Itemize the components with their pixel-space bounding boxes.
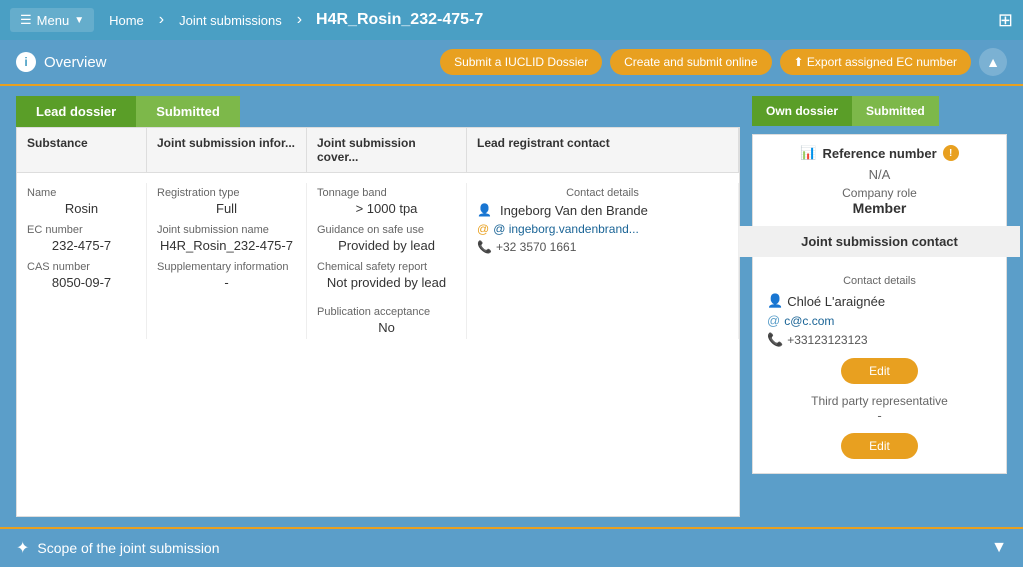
right-tab-bar: Own dossier Submitted — [752, 96, 1007, 126]
joint-contact-edit-button[interactable]: Edit — [841, 358, 918, 384]
chevron-down-icon: ▼ — [74, 15, 84, 26]
joint-contact-email[interactable]: c@c.com — [784, 314, 834, 328]
create-submit-button[interactable]: Create and submit online — [610, 49, 771, 75]
scope-collapse-icon[interactable]: ▼ — [991, 539, 1007, 557]
joint-cover-column: Tonnage band > 1000 tpa Guidance on safe… — [307, 183, 467, 339]
cas-value: 8050-09-7 — [27, 275, 136, 290]
overview-label: Overview — [44, 54, 107, 71]
guidance-value: Provided by lead — [317, 238, 456, 253]
reference-number-value: N/A — [767, 167, 992, 182]
phone-icon-2: 📞 — [767, 332, 783, 348]
third-party-edit-button[interactable]: Edit — [841, 433, 918, 459]
joint-contact-phone: +33123123123 — [787, 333, 867, 347]
tab-lead-dossier[interactable]: Lead dossier — [16, 96, 136, 127]
export-ec-button[interactable]: ⬆ Export assigned EC number — [780, 49, 971, 75]
pub-label: Publication acceptance — [317, 306, 456, 318]
hamburger-icon: ☰ — [20, 12, 32, 28]
table-header: Substance Joint submission infor... Join… — [17, 128, 739, 173]
lead-contact-email[interactable]: @ ingeborg.vandenbrand... — [493, 222, 639, 236]
joint-contact-name: Chloé L'araignée — [787, 294, 885, 309]
lead-contact-column: Contact details 👤 Ingeborg Van den Brand… — [467, 183, 739, 339]
cas-label: CAS number — [27, 261, 136, 273]
page-title: H4R_Rosin_232-475-7 — [316, 11, 483, 29]
menu-button[interactable]: ☰ Menu ▼ — [10, 8, 94, 32]
person-icon: 👤 — [477, 203, 492, 217]
guidance-label: Guidance on safe use — [317, 224, 456, 236]
action-buttons: Submit a IUCLID Dossier Create and submi… — [440, 48, 1007, 76]
phone-icon: 📞 — [477, 240, 492, 254]
bottom-bar: ✦ Scope of the joint submission ▼ — [0, 527, 1023, 567]
joint-submissions-link[interactable]: Joint submissions — [174, 13, 287, 28]
left-tab-bar: Lead dossier Submitted — [16, 96, 740, 127]
joint-name-value: H4R_Rosin_232-475-7 — [157, 238, 296, 253]
third-party-value: - — [767, 408, 992, 423]
tonnage-value: > 1000 tpa — [317, 201, 456, 216]
submit-iuclid-button[interactable]: Submit a IUCLID Dossier — [440, 49, 602, 75]
pub-value: No — [317, 320, 456, 335]
collapse-button[interactable]: ▲ — [979, 48, 1007, 76]
contact-details-label: Contact details — [477, 187, 728, 199]
tonnage-label: Tonnage band — [317, 187, 456, 199]
supp-info-value: - — [157, 275, 296, 290]
reference-number-card: 📊 Reference number ! N/A Company role Me… — [752, 134, 1007, 227]
joint-submission-contact-card: Joint submission contact Contact details… — [752, 235, 1007, 474]
csr-label: Chemical safety report — [317, 261, 456, 273]
reg-type-value: Full — [157, 201, 296, 216]
ec-value: 232-475-7 — [27, 238, 136, 253]
home-link[interactable]: Home — [104, 13, 149, 28]
company-role-label: Company role — [767, 186, 992, 200]
right-panel: Own dossier Submitted 📊 Reference number… — [752, 96, 1007, 517]
info-dot-icon: ! — [943, 145, 959, 161]
name-value: Rosin — [27, 201, 136, 216]
export-icon: ⬆ — [794, 55, 807, 69]
scope-label: Scope of the joint submission — [37, 540, 219, 556]
name-label: Name — [27, 187, 136, 199]
menu-label: Menu — [37, 13, 70, 28]
scope-section: ✦ Scope of the joint submission — [16, 538, 220, 558]
reg-type-label: Registration type — [157, 187, 296, 199]
third-party-label: Third party representative — [767, 394, 992, 408]
col-joint-cover-header: Joint submission cover... — [307, 128, 467, 172]
left-panel: Lead dossier Submitted Substance Joint s… — [16, 96, 740, 517]
at-icon-2: @ — [767, 313, 780, 328]
breadcrumb-separator: › — [159, 11, 164, 29]
tab-submitted-right[interactable]: Submitted — [852, 96, 939, 126]
reference-number-title: 📊 Reference number ! — [767, 145, 992, 161]
tab-own-dossier[interactable]: Own dossier — [752, 96, 852, 126]
company-role-value: Member — [767, 200, 992, 216]
col-lead-contact-header: Lead registrant contact — [467, 128, 739, 172]
at-icon: @ — [477, 222, 489, 236]
top-navigation: ☰ Menu ▼ Home › Joint submissions › H4R_… — [0, 0, 1023, 40]
col-substance-header: Substance — [17, 128, 147, 172]
bar-chart-icon: 📊 — [800, 145, 816, 161]
main-content: Lead dossier Submitted Substance Joint s… — [0, 86, 1023, 527]
substance-column: Name Rosin EC number 232-475-7 CAS numbe… — [17, 183, 147, 339]
joint-info-column: Registration type Full Joint submission … — [147, 183, 307, 339]
csr-value: Not provided by lead — [317, 275, 456, 290]
person-icon-2: 👤 — [767, 293, 783, 309]
info-bar: i Overview Submit a IUCLID Dossier Creat… — [0, 40, 1023, 86]
main-table: Substance Joint submission infor... Join… — [16, 127, 740, 517]
joint-contact-title: Joint submission contact — [739, 226, 1020, 257]
lead-contact-name: Ingeborg Van den Brande — [500, 203, 648, 218]
breadcrumb-separator-2: › — [297, 11, 302, 29]
ec-label: EC number — [27, 224, 136, 236]
table-body: Name Rosin EC number 232-475-7 CAS numbe… — [17, 173, 739, 349]
lead-contact-phone: +32 3570 1661 — [496, 240, 576, 254]
supp-info-label: Supplementary information — [157, 261, 296, 273]
grid-view-icon[interactable]: ⊞ — [998, 10, 1013, 31]
joint-contact-details-label: Contact details — [767, 275, 992, 287]
col-joint-info-header: Joint submission infor... — [147, 128, 307, 172]
tab-submitted[interactable]: Submitted — [136, 96, 240, 127]
info-icon: i — [16, 52, 36, 72]
overview-section: i Overview — [16, 52, 107, 72]
joint-name-label: Joint submission name — [157, 224, 296, 236]
scope-icon: ✦ — [16, 538, 29, 558]
